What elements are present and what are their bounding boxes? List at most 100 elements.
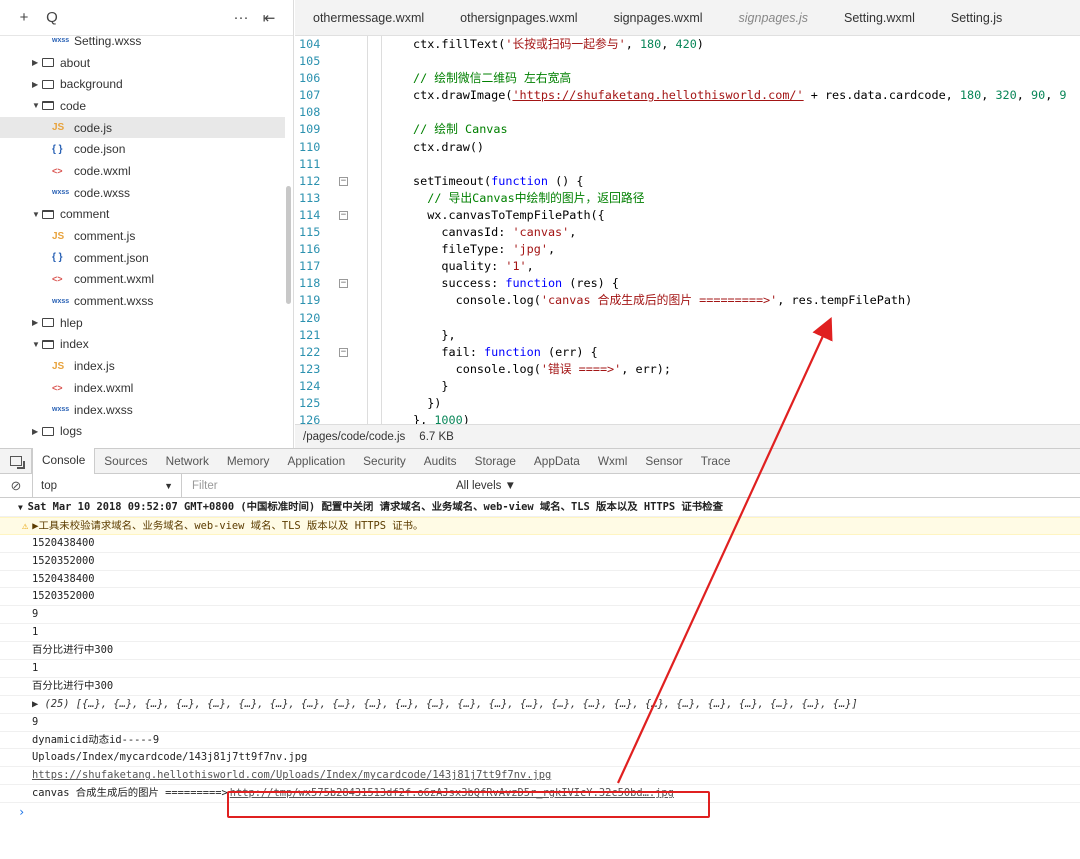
file-path: /pages/code/code.js	[303, 430, 406, 443]
devtools-tab[interactable]: AppData	[525, 449, 589, 474]
editor-status-bar: /pages/code/code.js 6.7 KB	[295, 424, 1080, 448]
folder-icon	[42, 79, 54, 89]
tree-item[interactable]: JS code.js	[0, 116, 285, 139]
tree-item[interactable]: ▶ background	[0, 73, 285, 95]
file-explorer: + Q ··· ⇤ wxss Setting.wxss ▶ about ▶ backgro…	[0, 0, 294, 448]
levels-dropdown[interactable]: All levels ▼	[456, 480, 516, 492]
line-number: 115	[299, 225, 321, 240]
devtools-tabs: Console Sources Network Memory Application Se…	[0, 448, 1080, 474]
message-link[interactable]: https://shufaketang.hellothisworld.com/U…	[32, 769, 551, 781]
editor-tabs: othermessage.wxml othersignpages.wxml sign…	[295, 0, 1080, 36]
chevron-right-icon[interactable]: ▶	[32, 80, 42, 89]
expand-triangle-icon[interactable]: ▼	[18, 503, 28, 512]
tree-item[interactable]: ▶ logs	[0, 420, 285, 442]
code-line: 115 canvasId: 'canvas',	[295, 224, 1080, 242]
chevron-down-icon[interactable]: ▼	[32, 210, 42, 219]
tree-item[interactable]: { } code.json	[0, 138, 285, 160]
code-text: canvasId: 'canvas',	[413, 225, 577, 240]
code-text: ctx.fillText('长按或扫码一起参与', 180, 420)	[413, 37, 704, 51]
code-line: 124 }	[295, 377, 1080, 395]
tree-item[interactable]: { } comment.json	[0, 247, 285, 269]
devtools-tab[interactable]: Memory	[218, 449, 279, 474]
editor-tab[interactable]: Setting.wxml	[826, 0, 933, 35]
editor-tab[interactable]: signpages.wxml	[596, 0, 721, 35]
code-line: 119 console.log('canvas 合成生成后的图片 =======…	[295, 292, 1080, 310]
chevron-right-icon[interactable]: ▶	[32, 427, 42, 436]
line-number: 124	[299, 378, 321, 393]
line-number: 110	[299, 139, 321, 154]
devtools-tab[interactable]: Console	[32, 448, 96, 474]
tree-item[interactable]: wxss Setting.wxss	[0, 36, 285, 52]
tree-item[interactable]: JS comment.js	[0, 225, 285, 247]
devtools-tab[interactable]: Security	[354, 449, 415, 474]
tree-item-label: code	[60, 98, 87, 113]
collapse-sidebar-icon[interactable]: ⇤	[255, 9, 283, 27]
clear-console-icon[interactable]: ⊘	[0, 478, 32, 494]
fold-toggle-icon[interactable]: −	[339, 279, 348, 289]
tree-item[interactable]: ▼ index	[0, 334, 285, 356]
tree-item[interactable]: <> code.wxml	[0, 160, 285, 182]
tree-item-label: comment.wxss	[74, 294, 154, 309]
message-text: 1520352000	[32, 554, 95, 567]
chevron-right-icon[interactable]: ▶	[32, 58, 42, 67]
tree-item-label: comment.json	[74, 250, 149, 265]
tree-item[interactable]: wxss comment.wxss	[0, 290, 285, 312]
folder-icon	[42, 339, 54, 349]
tree-item[interactable]: ▶ hlep	[0, 312, 285, 334]
message-text: 1520352000	[32, 590, 95, 603]
devtools-tab[interactable]: Sources	[95, 449, 156, 474]
code-area[interactable]: 104 ctx.fillText('长按或扫码一起参与', 180, 420) 10…	[295, 36, 1080, 424]
tree-item[interactable]: wxss code.wxss	[0, 182, 285, 204]
fold-toggle-icon[interactable]: −	[339, 176, 348, 186]
json-file-icon: { }	[52, 252, 63, 264]
code-text: }	[413, 378, 449, 393]
tree-item[interactable]: ▼ code	[0, 95, 285, 117]
editor-tab[interactable]: Setting.js	[933, 0, 1020, 35]
code-text: },	[413, 327, 456, 342]
code-text: quality: '1',	[413, 259, 534, 274]
editor-tab[interactable]: othermessage.wxml	[295, 0, 442, 35]
console-message: 百分比进行中300	[0, 642, 1080, 661]
tree-item[interactable]: JS index.js	[0, 355, 285, 377]
filter-input[interactable]	[186, 476, 456, 495]
devtools-tab[interactable]: Sensor	[636, 449, 691, 474]
tree-item[interactable]: <> comment.wxml	[0, 269, 285, 291]
tree-item[interactable]: ▼ comment	[0, 204, 285, 226]
chevron-right-icon[interactable]: ▶	[32, 318, 42, 327]
line-number: 111	[299, 156, 321, 171]
message-text: 9	[32, 715, 39, 728]
fold-toggle-icon[interactable]: −	[339, 347, 348, 357]
message-text: Sat Mar 10 2018 09:52:07 GMT+0800 (中国标准时…	[27, 501, 723, 513]
devtools-tab[interactable]: Trace	[692, 449, 740, 474]
line-number: 106	[299, 71, 321, 86]
js-file-icon: JS	[52, 230, 65, 242]
console-message: https://shufaketang.hellothisworld.com/U…	[0, 767, 1080, 786]
add-icon[interactable]: +	[10, 9, 38, 26]
search-icon[interactable]: Q	[38, 9, 66, 26]
chevron-down-icon[interactable]: ▼	[32, 340, 42, 349]
chevron-down-icon[interactable]: ▼	[32, 101, 42, 110]
tree-item[interactable]: wxss index.wxss	[0, 399, 285, 421]
devtools-tab[interactable]: Storage	[466, 449, 525, 474]
wxml-file-icon: <>	[52, 382, 63, 393]
devtools-tab[interactable]: Audits	[415, 449, 466, 474]
tree-item[interactable]: <> index.wxml	[0, 377, 285, 399]
tree-item-label: Setting.wxss	[74, 36, 142, 48]
more-icon[interactable]: ···	[227, 9, 255, 26]
inspect-element-icon[interactable]	[0, 448, 32, 474]
js-file-icon: JS	[52, 122, 65, 134]
wxss-file-icon: wxss	[52, 37, 70, 45]
message-text: Uploads/Index/mycardcode/143j81j7tt9f7nv…	[32, 751, 308, 764]
file-tree: wxss Setting.wxss ▶ about ▶ background ▼ code JS…	[0, 36, 293, 448]
context-select[interactable]: top ▼	[32, 473, 182, 498]
fold-toggle-icon[interactable]: −	[339, 210, 348, 220]
tree-item-label: comment.js	[74, 229, 136, 244]
devtools-tab[interactable]: Wxml	[589, 449, 636, 474]
editor-tab[interactable]: othersignpages.wxml	[442, 0, 595, 35]
devtools-tab[interactable]: Application	[278, 449, 354, 474]
devtools-tab[interactable]: Network	[157, 449, 218, 474]
tree-scrollbar[interactable]	[286, 186, 291, 304]
tree-item[interactable]: ▶ about	[0, 52, 285, 74]
editor-tab[interactable]: signpages.js	[721, 0, 827, 35]
message-text[interactable]: ▶ (25) [{…}, {…}, {…}, {…}, {…}, {…}, {……	[32, 698, 858, 710]
